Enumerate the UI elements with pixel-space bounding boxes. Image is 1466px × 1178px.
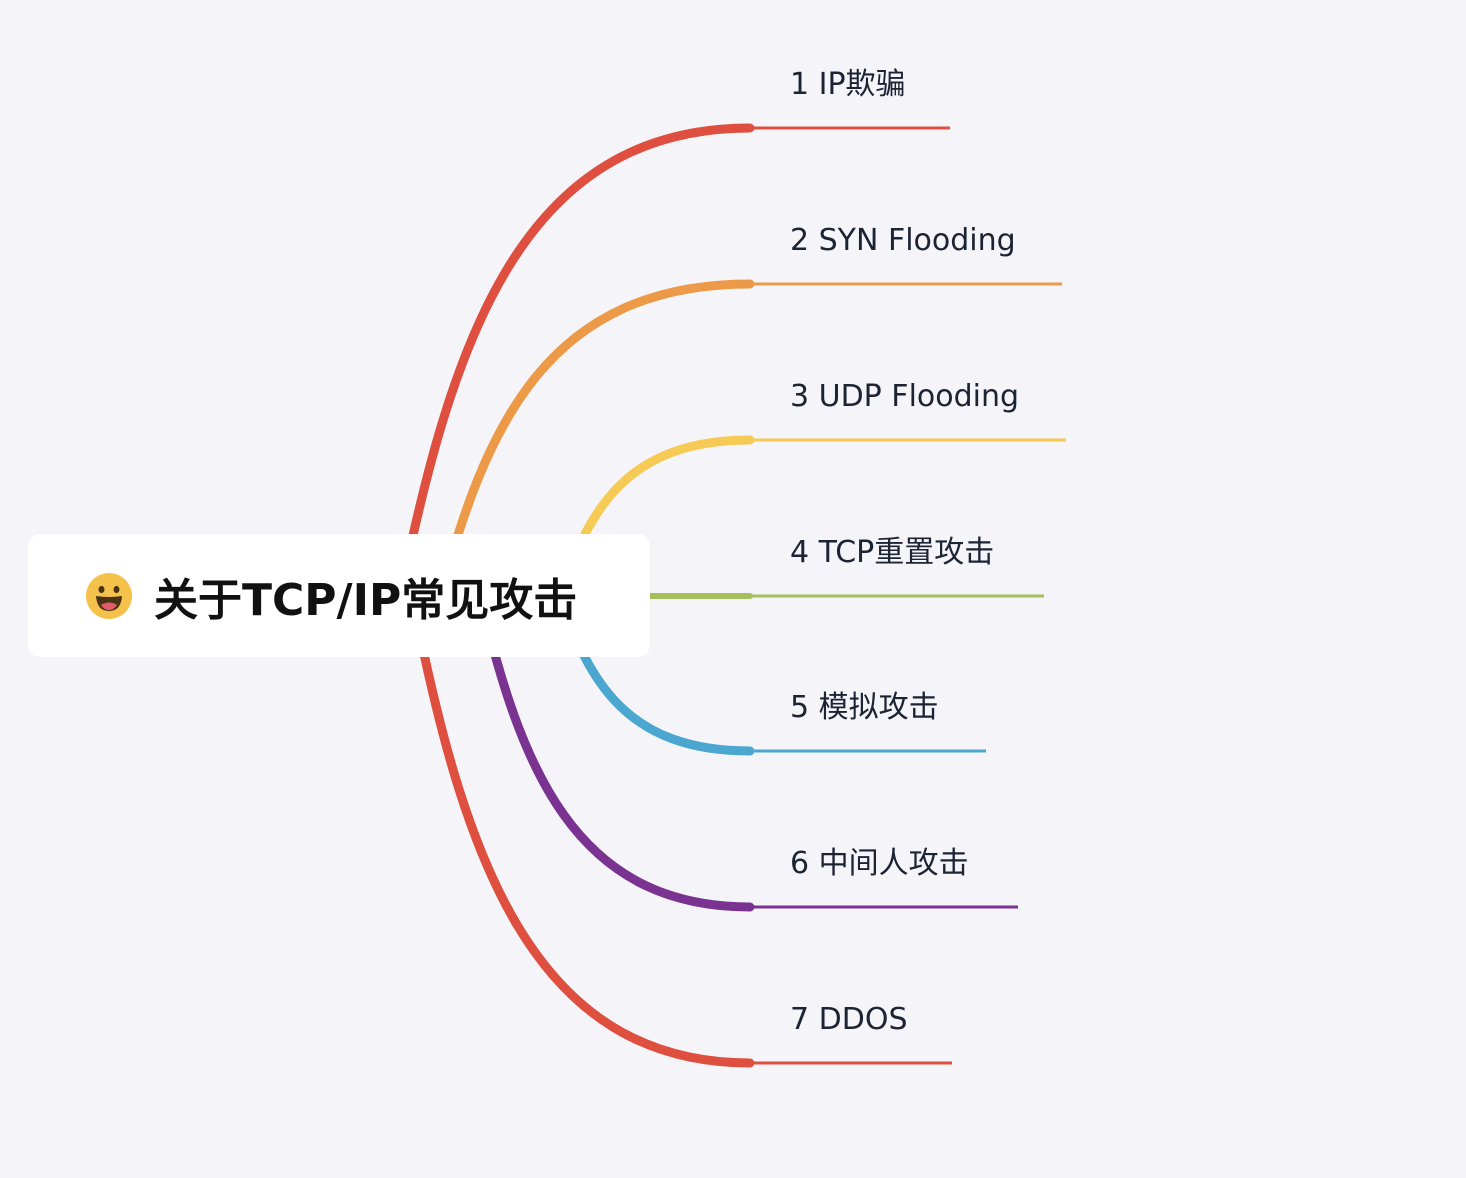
mind-map-canvas: 关于TCP/IP常见攻击 1 IP欺骗 2 SYN Flooding 3 UDP F… [0, 0, 1466, 1178]
branch-topic[interactable]: 5 模拟攻击 [790, 693, 939, 723]
grinning-face-icon [86, 572, 132, 619]
branch-topic[interactable]: 3 UDP Flooding [790, 382, 1019, 412]
branch-connector [395, 123, 755, 601]
branch-topic[interactable]: 7 DDOS [790, 1005, 907, 1035]
branch-topic[interactable]: 4 TCP重置攻击 [790, 538, 994, 568]
branch-topic[interactable]: 2 SYN Flooding [790, 226, 1016, 256]
root-topic-title: 关于TCP/IP常见攻击 [154, 574, 578, 626]
root-topic[interactable]: 关于TCP/IP常见攻击 [28, 534, 650, 657]
branch-topic[interactable]: 6 中间人攻击 [790, 849, 969, 879]
branch-connector [407, 591, 755, 1068]
branch-topic[interactable]: 1 IP欺骗 [790, 70, 906, 100]
